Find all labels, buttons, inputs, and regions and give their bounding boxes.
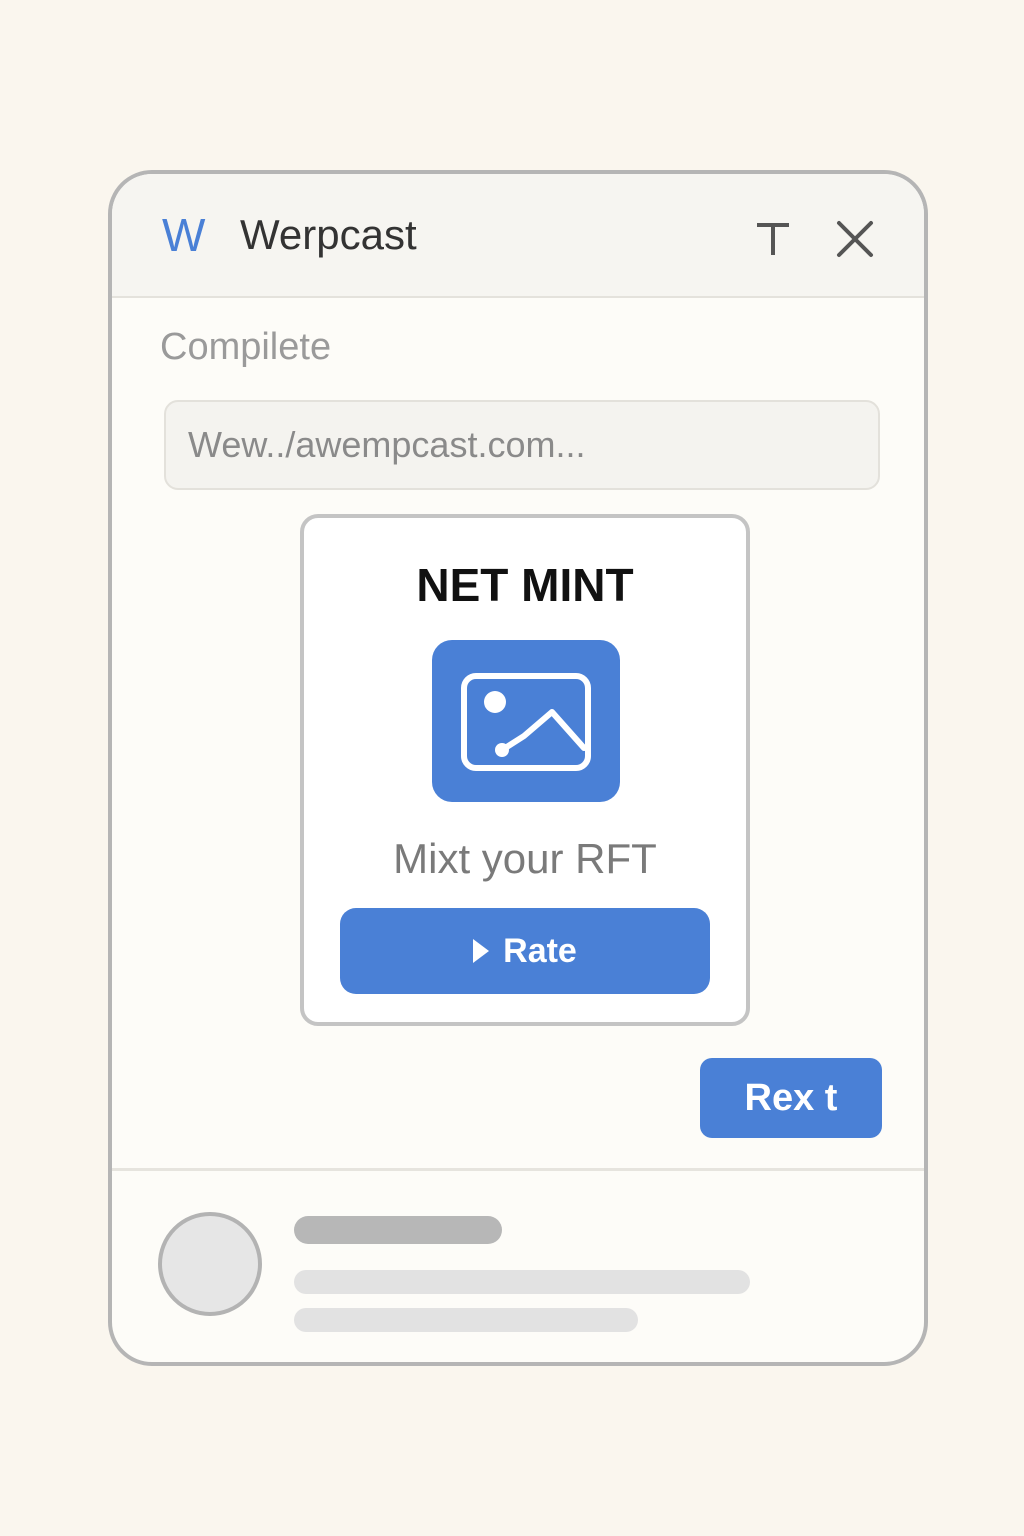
section-label: Compilete bbox=[160, 326, 332, 368]
app-title: Werpcast bbox=[240, 211, 417, 258]
close-icon bbox=[837, 221, 873, 257]
app-logo: W bbox=[162, 209, 205, 261]
text-tool-button[interactable] bbox=[748, 214, 798, 264]
next-button[interactable]: Rex t bbox=[700, 1058, 882, 1138]
app-window: W Werpcast Compilete NET MINT bbox=[108, 170, 928, 1366]
play-icon bbox=[473, 939, 490, 963]
image-placeholder-icon bbox=[461, 673, 591, 771]
skeleton-line bbox=[294, 1308, 638, 1332]
url-input[interactable] bbox=[164, 400, 880, 490]
skeleton-line-title bbox=[294, 1216, 502, 1244]
title-bar: W Werpcast bbox=[112, 174, 924, 298]
mint-card: NET MINT Mixt your RFT Rate bbox=[300, 514, 750, 1026]
footer-divider bbox=[112, 1168, 924, 1171]
avatar bbox=[158, 1212, 262, 1316]
rate-button[interactable]: Rate bbox=[340, 908, 710, 994]
skeleton-line bbox=[294, 1270, 750, 1294]
close-button[interactable] bbox=[830, 214, 880, 264]
image-tile bbox=[432, 640, 620, 802]
rate-button-label: Rate bbox=[503, 931, 577, 970]
card-subtitle: Mixt your RFT bbox=[393, 835, 657, 882]
card-title: NET MINT bbox=[416, 559, 634, 611]
text-tool-icon bbox=[757, 223, 789, 255]
